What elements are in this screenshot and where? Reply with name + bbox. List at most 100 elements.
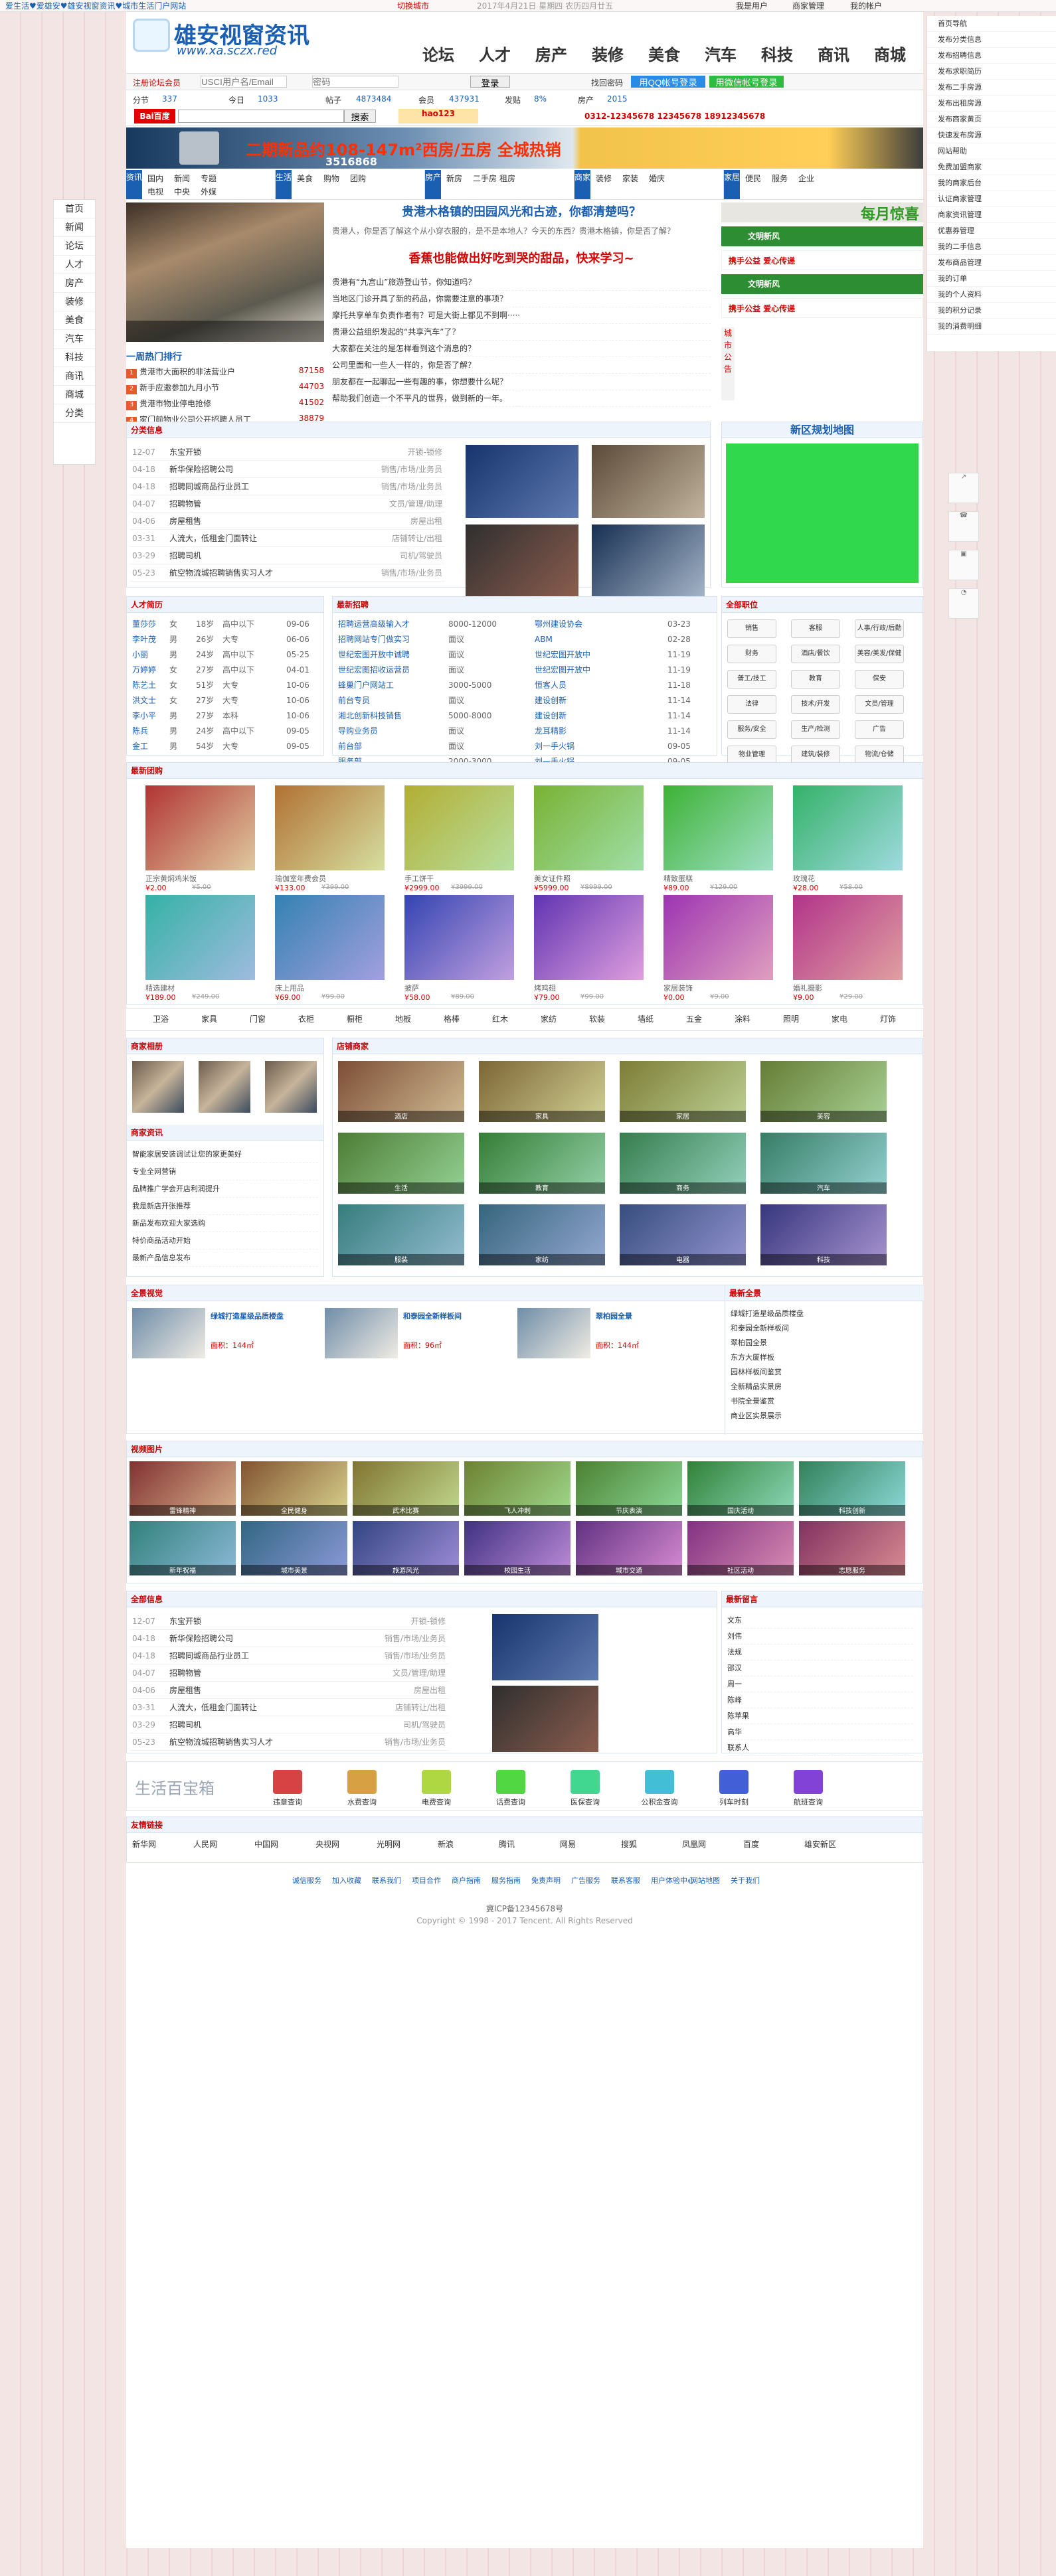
- position-category[interactable]: 普工/技工: [727, 670, 776, 688]
- product-image[interactable]: [145, 895, 255, 980]
- position-category[interactable]: 保安: [855, 670, 904, 688]
- category-house-link[interactable]: 二手房: [473, 173, 497, 184]
- nav-mall[interactable]: 商城: [863, 42, 917, 65]
- position-category[interactable]: 财务: [727, 645, 776, 663]
- position-category[interactable]: 物流/仓储: [855, 746, 904, 764]
- job-cell[interactable]: 导购业务员: [338, 724, 378, 739]
- product-title[interactable]: 烤鸡翅: [534, 983, 644, 993]
- footer-link[interactable]: 用户体验中心: [651, 1875, 695, 1886]
- job-row[interactable]: 前台专员 面议 建设创新 11-14: [335, 693, 714, 708]
- friend-link[interactable]: 新浪: [438, 1838, 454, 1850]
- right-menu-item[interactable]: 发布二手房源: [927, 80, 1056, 96]
- talent-cell[interactable]: 洪文士: [132, 693, 156, 708]
- merchant-image-3[interactable]: [265, 1061, 317, 1113]
- category-house-link[interactable]: 租房: [499, 173, 515, 184]
- top-link-user[interactable]: 我是用户: [736, 0, 768, 12]
- talent-cell[interactable]: 董莎莎: [132, 617, 156, 632]
- news-item[interactable]: 摩托共享单车负责作者有？可是大街上都见不到啊·····: [332, 307, 711, 324]
- left-nav-item[interactable]: 分类: [54, 404, 95, 423]
- classified2-name[interactable]: 航空物流城招聘销售实习人才: [169, 1733, 273, 1751]
- product-image[interactable]: [534, 895, 644, 980]
- footer-link[interactable]: 项目合作: [412, 1875, 441, 1886]
- category-news-link[interactable]: 外媒: [201, 186, 217, 197]
- product-image[interactable]: [663, 785, 773, 870]
- right-menu-item[interactable]: 优惠券管理: [927, 223, 1056, 239]
- planning-map[interactable]: [726, 443, 919, 583]
- life-tool-icon[interactable]: [273, 1770, 302, 1794]
- life-tool-icon[interactable]: [571, 1770, 600, 1794]
- category-news-link[interactable]: 专题: [201, 173, 217, 184]
- top-link-account[interactable]: 我的帐户: [850, 0, 882, 12]
- classified-row[interactable]: 04-18 招聘同城商品行业员工 销售/市场/业务员: [130, 478, 445, 495]
- job-row[interactable]: 世纪宏图招收运营员 面议 世纪宏图开放中 11-19: [335, 663, 714, 678]
- product-title[interactable]: 精选建材: [145, 983, 255, 993]
- talent-row[interactable]: 万婷婷 女 27岁 高中以下 04-01: [130, 663, 322, 678]
- friend-link[interactable]: 腾讯: [499, 1838, 515, 1850]
- message-item[interactable]: 联系人: [727, 1740, 913, 1756]
- filter-link[interactable]: 灯饰: [880, 1013, 896, 1024]
- classified-image-4[interactable]: [592, 524, 705, 598]
- news-item[interactable]: 帮助我们创造一个不平凡的世界，做到新的一年。: [332, 390, 711, 407]
- classified2-name[interactable]: 房屋租售: [169, 1682, 201, 1699]
- job-cell[interactable]: 恒客人员: [535, 678, 567, 693]
- job-cell[interactable]: 世纪宏图招收运营员: [338, 663, 410, 678]
- filter-link[interactable]: 墙纸: [638, 1013, 654, 1024]
- classified-name[interactable]: 航空物流城招聘销售实习人才: [169, 564, 273, 582]
- right-menu-item[interactable]: 首页导航: [927, 16, 1056, 32]
- ranking-text[interactable]: 贵港市大面积的非法营业户: [139, 367, 235, 376]
- news-item[interactable]: 大家都在关注的是怎样看到这个消息的？: [332, 341, 711, 357]
- property-banner[interactable]: 二期新品约108-147m²西房/五房 全城热销 3516868: [126, 127, 923, 169]
- classified2-row[interactable]: 04-06 房屋租售 房屋出租: [130, 1682, 448, 1699]
- classified2-row[interactable]: 05-23 航空物流城招聘销售实习人才 销售/市场/业务员: [130, 1733, 448, 1751]
- talent-cell[interactable]: 陈艺土: [132, 678, 156, 693]
- login-button[interactable]: 登录: [470, 76, 510, 88]
- qq-login-button[interactable]: 用QQ帐号登录: [631, 76, 705, 88]
- chat-tool[interactable]: ◔: [948, 588, 979, 619]
- job-row[interactable]: 湘北创新科技销售 5000-8000 建设创新 11-14: [335, 708, 714, 724]
- position-category[interactable]: 美容/美发/保健: [855, 645, 904, 663]
- product-image[interactable]: [793, 785, 903, 870]
- life-tool-label[interactable]: 公积金查询: [635, 1797, 684, 1807]
- panorama-news-item[interactable]: 全新精品实景房: [731, 1380, 917, 1394]
- panorama-title[interactable]: 和泰园全新样板间: [403, 1311, 509, 1321]
- classified2-row[interactable]: 03-29 招聘司机 司机/驾驶员: [130, 1716, 448, 1733]
- panorama-image[interactable]: [132, 1308, 205, 1358]
- filter-link[interactable]: 家纺: [541, 1013, 557, 1024]
- classified2-row[interactable]: 03-31 人流大，低租金门面转让 店铺转让/出租: [130, 1699, 448, 1716]
- product-image[interactable]: [793, 895, 903, 980]
- talent-cell[interactable]: 小丽: [132, 647, 148, 663]
- footer-link[interactable]: 商户指南: [452, 1875, 481, 1886]
- message-item[interactable]: 刘伟: [727, 1629, 913, 1645]
- product-image[interactable]: [145, 785, 255, 870]
- talent-row[interactable]: 陈兵 男 24岁 高中以下 09-05: [130, 724, 322, 739]
- message-item[interactable]: 邵汉: [727, 1660, 913, 1676]
- ranking-item[interactable]: 2 新手应邀参加九月小节 44703: [126, 382, 324, 395]
- category-news-link[interactable]: 国内: [147, 173, 163, 184]
- footer-link[interactable]: 加入收藏: [332, 1875, 361, 1886]
- ad-charity-1[interactable]: 携手公益 爱心传递: [721, 250, 923, 270]
- baidu-search-button[interactable]: 搜索: [344, 110, 376, 123]
- left-nav-item[interactable]: 汽车: [54, 330, 95, 349]
- baidu-search-input[interactable]: [178, 110, 344, 123]
- life-tool-label[interactable]: 医保查询: [561, 1797, 610, 1807]
- life-tool-label[interactable]: 水费查询: [337, 1797, 387, 1807]
- job-cell[interactable]: 鄂州建设协会: [535, 617, 582, 632]
- category-news-link[interactable]: 中央: [174, 186, 190, 197]
- life-tool-label[interactable]: 列车时刻: [709, 1797, 758, 1807]
- product-title[interactable]: 婚礼摄影: [793, 983, 903, 993]
- job-cell[interactable]: 龙耳精影: [535, 724, 567, 739]
- classified-image-2[interactable]: [592, 445, 705, 518]
- talent-row[interactable]: 陈艺土 女 51岁 大专 10-06: [130, 678, 322, 693]
- product-image[interactable]: [275, 895, 385, 980]
- customer-service-tool[interactable]: ☎: [948, 511, 979, 542]
- right-menu-item[interactable]: 网站帮助: [927, 143, 1056, 159]
- news-item[interactable]: 贵港有“九宫山”旅游登山节，你知道吗？: [332, 274, 711, 291]
- friend-link[interactable]: 网易: [560, 1838, 576, 1850]
- life-tool-label[interactable]: 电费查询: [412, 1797, 461, 1807]
- talent-cell[interactable]: 陈兵: [132, 724, 148, 739]
- nav-forum[interactable]: 论坛: [412, 42, 465, 65]
- panorama-news-item[interactable]: 和泰园全新样板间: [731, 1321, 917, 1336]
- classified-row[interactable]: 04-18 新华保险招聘公司 销售/市场/业务员: [130, 461, 445, 478]
- filter-link[interactable]: 涂料: [735, 1013, 750, 1024]
- message-item[interactable]: 周一: [727, 1676, 913, 1692]
